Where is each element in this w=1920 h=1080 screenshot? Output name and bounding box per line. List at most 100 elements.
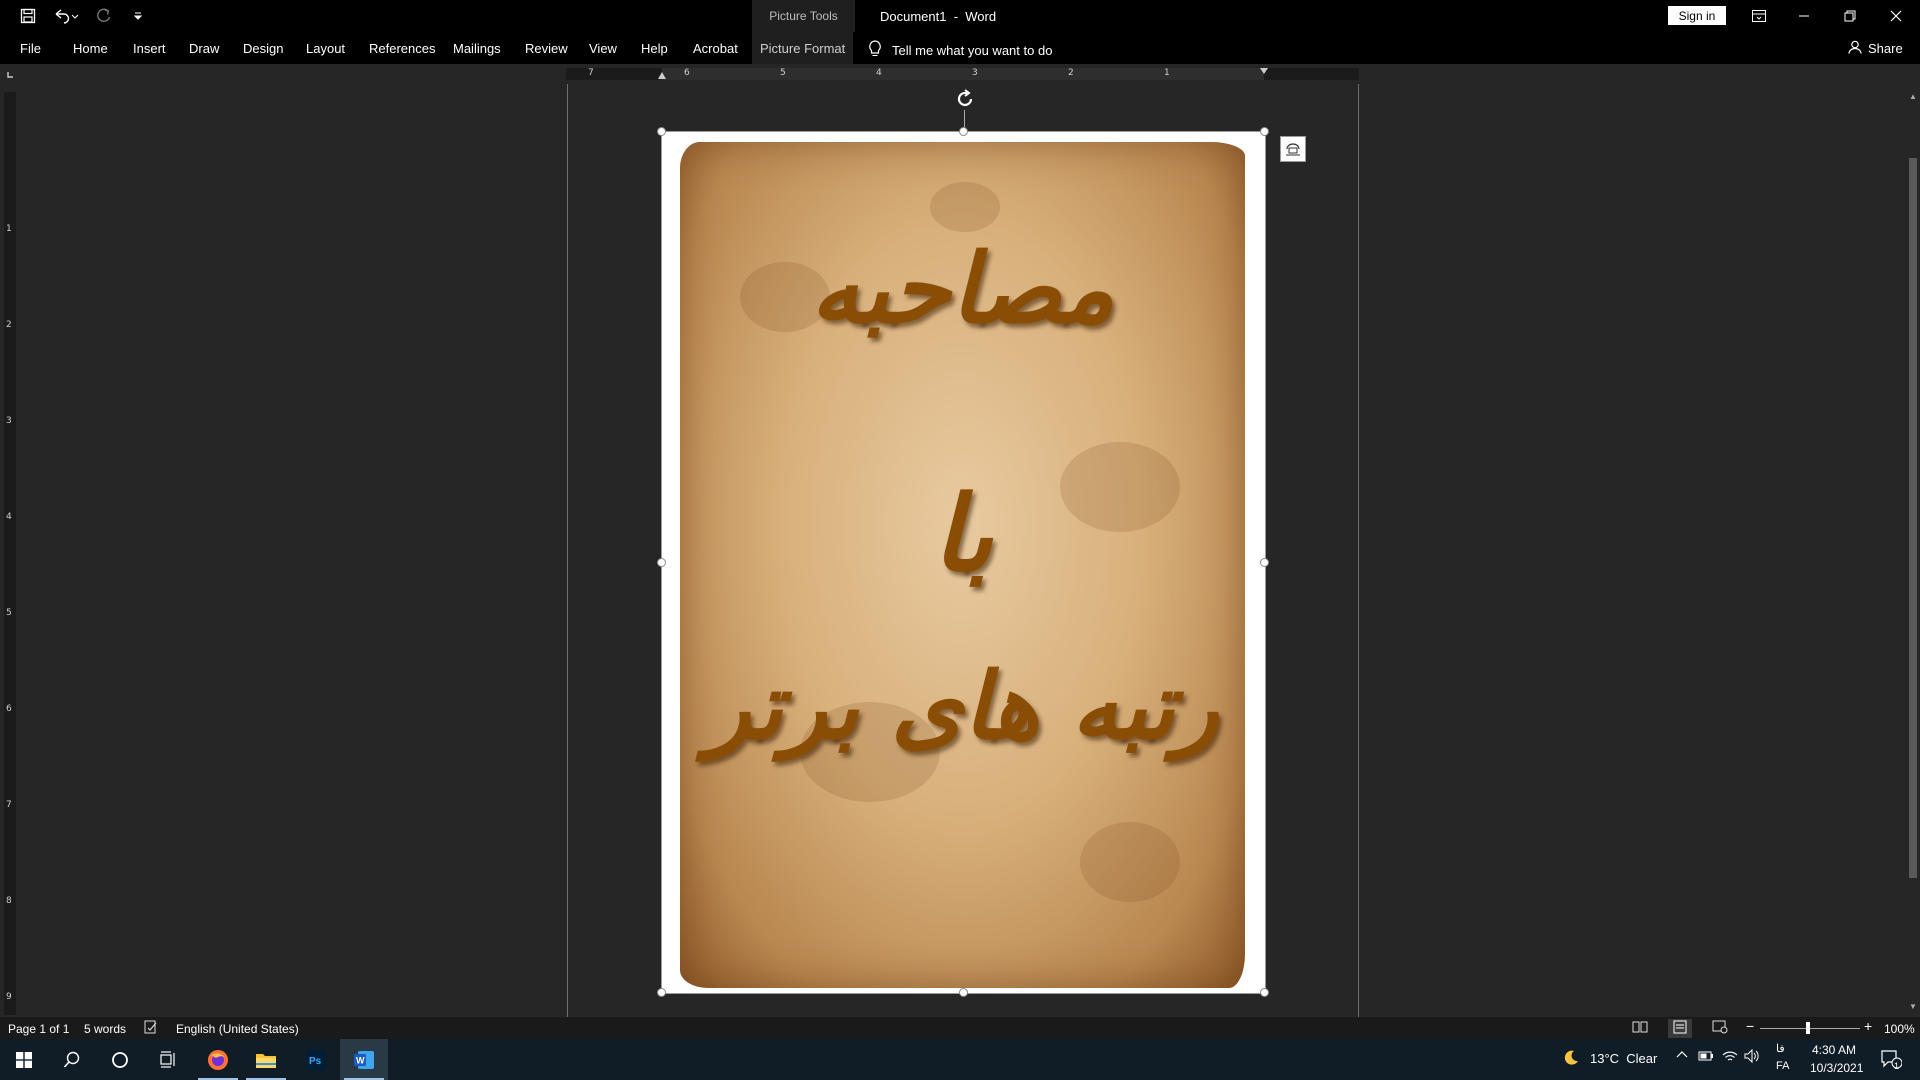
wifi-icon[interactable] [1722, 1049, 1738, 1066]
zoom-in-icon[interactable]: + [1864, 1018, 1872, 1034]
tab-layout[interactable]: Layout [306, 41, 345, 56]
ribbon-tabs: File Home Insert Draw Design Layout Refe… [0, 32, 1920, 64]
tab-references[interactable]: References [369, 41, 435, 56]
lightbulb-icon [868, 40, 882, 61]
firefox-icon[interactable] [194, 1039, 242, 1080]
proofing-icon[interactable] [144, 1020, 158, 1037]
share-button[interactable]: Share [1848, 40, 1903, 57]
page-count[interactable]: Page 1 of 1 [8, 1022, 69, 1036]
search-icon[interactable] [48, 1039, 96, 1080]
weather-moon-icon[interactable] [1562, 1049, 1580, 1070]
volume-icon[interactable] [1744, 1048, 1760, 1066]
zoom-slider-thumb[interactable] [1806, 1022, 1810, 1034]
show-hidden-icons-icon[interactable] [1676, 1049, 1688, 1064]
notification-count: 1 [1894, 1061, 1900, 1071]
web-layout-icon[interactable] [1712, 1020, 1728, 1037]
undo-icon[interactable] [52, 6, 80, 26]
title-bar: Picture Tools Document1 - Word Sign in [0, 0, 1920, 32]
indent-marker-icon[interactable] [658, 72, 666, 79]
tab-review[interactable]: Review [525, 41, 568, 56]
restore-icon[interactable] [1827, 0, 1873, 32]
close-icon[interactable] [1873, 0, 1919, 32]
battery-icon[interactable] [1698, 1050, 1714, 1065]
parchment-image: مصاحبه با رتبه های برتر [680, 142, 1245, 988]
ruler-number: 6 [684, 68, 690, 78]
tab-help[interactable]: Help [641, 41, 668, 56]
ruler-number: 5 [780, 68, 786, 78]
input-language[interactable]: FA [1776, 1060, 1789, 1072]
clock-date[interactable]: 10/3/2021 [1810, 1061, 1863, 1075]
ruler-number: 7 [588, 68, 594, 78]
quick-access-toolbar [18, 6, 148, 26]
resize-handle[interactable] [1260, 558, 1269, 567]
resize-handle[interactable] [657, 127, 666, 136]
tell-me-search[interactable]: Tell me what you want to do [868, 40, 1052, 61]
tab-file[interactable]: File [20, 41, 41, 56]
resize-handle[interactable] [959, 127, 968, 136]
tab-design[interactable]: Design [243, 41, 283, 56]
windows-start-icon[interactable] [0, 1039, 48, 1080]
tab-acrobat[interactable]: Acrobat [693, 41, 738, 56]
tab-insert[interactable]: Insert [133, 41, 166, 56]
tab-draw[interactable]: Draw [189, 41, 219, 56]
ribbon-display-options-icon[interactable] [1736, 0, 1782, 32]
vertical-ruler[interactable]: 1 2 3 4 5 6 7 8 9 [4, 92, 16, 1015]
resize-handle[interactable] [657, 558, 666, 567]
tab-picture-format[interactable]: Picture Format [752, 32, 854, 64]
tab-home[interactable]: Home [73, 41, 108, 56]
selected-picture[interactable]: مصاحبه با رتبه های برتر [657, 127, 1269, 997]
resize-handle[interactable] [1260, 988, 1269, 997]
customize-qat-icon[interactable] [128, 6, 148, 26]
cortana-icon[interactable] [96, 1039, 144, 1080]
clock-time[interactable]: 4:30 AM [1812, 1043, 1856, 1057]
resize-handle[interactable] [657, 988, 666, 997]
task-view-icon[interactable] [144, 1039, 192, 1080]
rotate-handle-icon[interactable] [954, 88, 976, 110]
print-layout-icon[interactable] [1668, 1019, 1692, 1038]
language-status[interactable]: English (United States) [176, 1022, 299, 1036]
horizontal-ruler[interactable]: 7 6 5 4 3 2 1 [566, 68, 1359, 80]
ruler-number: 1 [1164, 68, 1170, 78]
redo-icon[interactable] [94, 6, 114, 26]
image-text-line: رتبه های برتر [706, 652, 1219, 760]
picture-tools-label: Picture Tools [769, 9, 838, 23]
scroll-up-icon[interactable]: ▲ [1908, 92, 1918, 102]
scroll-down-icon[interactable]: ▼ [1908, 1002, 1918, 1012]
tab-view[interactable]: View [589, 41, 617, 56]
ruler-number: 3 [972, 68, 978, 78]
resize-handle[interactable] [1260, 127, 1269, 136]
ruler-number: 1 [6, 224, 12, 234]
share-label: Share [1868, 41, 1903, 56]
ruler-number: 9 [6, 992, 12, 1002]
tab-mailings[interactable]: Mailings [453, 41, 501, 56]
zoom-slider[interactable] [1760, 1028, 1860, 1029]
ruler-number: 2 [6, 320, 12, 330]
minimize-icon[interactable] [1781, 0, 1827, 32]
ruler-number: 6 [6, 704, 12, 714]
indent-marker-icon[interactable] [1260, 68, 1268, 74]
read-mode-icon[interactable] [1632, 1020, 1648, 1037]
word-taskbar-icon[interactable]: W [340, 1039, 388, 1080]
windows-taskbar: Ps W 13°C Clear فا FA 4:30 AM 10/3/2021 … [0, 1039, 1920, 1080]
tell-me-label: Tell me what you want to do [892, 43, 1053, 58]
photoshop-icon[interactable]: Ps [292, 1039, 340, 1080]
layout-options-button[interactable] [1280, 136, 1306, 162]
scrollbar-thumb[interactable] [1909, 158, 1917, 878]
ruler-number: 2 [1068, 68, 1074, 78]
save-icon[interactable] [18, 6, 38, 26]
zoom-out-icon[interactable]: − [1746, 1018, 1754, 1034]
tab-selector[interactable] [0, 64, 20, 84]
ruler-number: 5 [6, 608, 12, 618]
sign-in-button[interactable]: Sign in [1668, 6, 1726, 25]
input-language-native[interactable]: فا [1776, 1042, 1785, 1055]
zoom-level[interactable]: 100% [1884, 1022, 1915, 1036]
page-edge [1358, 84, 1359, 1017]
status-bar: Page 1 of 1 5 words English (United Stat… [0, 1017, 1920, 1039]
vertical-scrollbar[interactable]: ▲ ▼ [1906, 92, 1920, 1015]
weather-text[interactable]: 13°C Clear [1590, 1051, 1657, 1066]
resize-handle[interactable] [959, 988, 968, 997]
ruler-text-area [662, 68, 1264, 80]
person-icon [1848, 40, 1862, 57]
word-count[interactable]: 5 words [84, 1022, 126, 1036]
file-explorer-icon[interactable] [242, 1039, 290, 1080]
